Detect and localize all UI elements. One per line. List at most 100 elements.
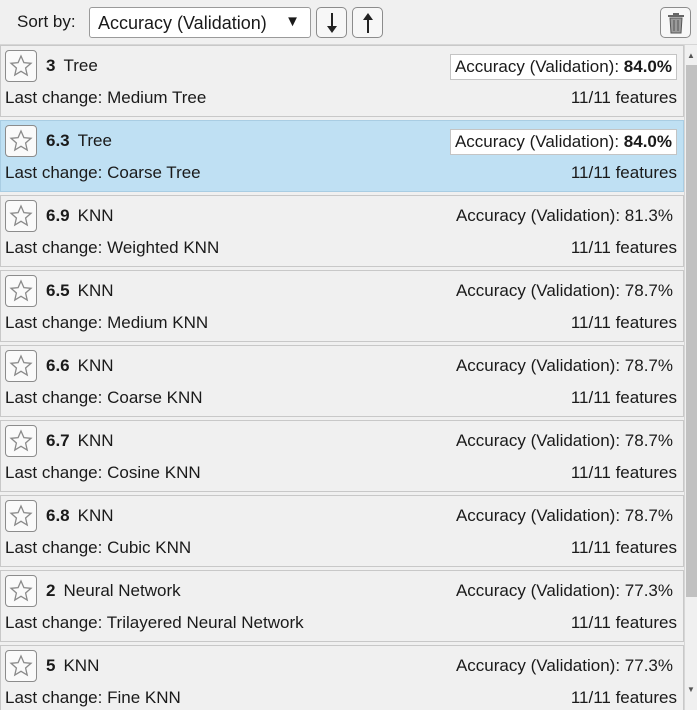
last-change: Last change: Fine KNN xyxy=(5,688,181,708)
vertical-scrollbar[interactable]: ▲ ▼ xyxy=(684,45,697,710)
model-type: KNN xyxy=(77,431,114,450)
last-change-label: Last change: xyxy=(5,613,103,632)
last-change-label: Last change: xyxy=(5,688,103,707)
feature-count: 11/11 features xyxy=(570,463,677,482)
last-change: Last change: Coarse Tree xyxy=(5,163,201,183)
model-id: 6.7 xyxy=(46,431,70,450)
accuracy-label: Accuracy (Validation): xyxy=(455,281,621,300)
favorite-star-button[interactable] xyxy=(5,125,37,157)
last-change: Last change: Weighted KNN xyxy=(5,238,219,258)
star-icon xyxy=(9,204,33,227)
feature-count: 11/11 features xyxy=(570,88,677,107)
last-change: Last change: Cosine KNN xyxy=(5,463,201,483)
favorite-star-button[interactable] xyxy=(5,275,37,307)
last-change-value: Coarse Tree xyxy=(107,163,201,182)
scrollbar-thumb[interactable] xyxy=(686,65,697,597)
sort-by-value: Accuracy (Validation) xyxy=(98,13,267,33)
accuracy-value: 77.3% xyxy=(624,581,673,600)
model-row[interactable]: 6.5 KNN Accuracy (Validation): 78.7% Last c… xyxy=(0,270,684,342)
model-id: 3 xyxy=(46,56,56,75)
accuracy-value: 81.3% xyxy=(624,206,673,225)
model-title: 6.7 KNN xyxy=(46,431,114,451)
model-type: KNN xyxy=(77,356,114,375)
scroll-up-icon[interactable]: ▲ xyxy=(687,51,695,60)
accuracy-value: 78.7% xyxy=(624,356,673,375)
last-change-value: Weighted KNN xyxy=(107,238,220,257)
star-icon xyxy=(9,654,33,677)
model-id: 6.6 xyxy=(46,356,70,375)
model-id: 6.9 xyxy=(46,206,70,225)
accuracy-value: 84.0% xyxy=(623,132,672,151)
last-change-label: Last change: xyxy=(5,163,103,182)
last-change-value: Coarse KNN xyxy=(107,388,203,407)
last-change-value: Fine KNN xyxy=(107,688,181,707)
favorite-star-button[interactable] xyxy=(5,650,37,682)
model-accuracy: Accuracy (Validation): 78.7% xyxy=(452,504,677,528)
favorite-star-button[interactable] xyxy=(5,350,37,382)
model-row[interactable]: 3 Tree Accuracy (Validation): 84.0% Last ch… xyxy=(0,45,684,117)
model-accuracy: Accuracy (Validation): 84.0% xyxy=(449,129,677,155)
model-row[interactable]: 6.9 KNN Accuracy (Validation): 81.3% Last c… xyxy=(0,195,684,267)
trash-icon xyxy=(667,12,684,33)
star-icon xyxy=(9,54,33,77)
model-accuracy: Accuracy (Validation): 78.7% xyxy=(452,354,677,378)
model-accuracy: Accuracy (Validation): 81.3% xyxy=(452,204,677,228)
model-id: 2 xyxy=(46,581,56,600)
sort-ascending-button[interactable] xyxy=(352,7,383,38)
model-title: 6.8 KNN xyxy=(46,506,114,526)
favorite-star-button[interactable] xyxy=(5,425,37,457)
feature-count: 11/11 features xyxy=(570,688,677,707)
model-type: KNN xyxy=(77,206,114,225)
star-icon xyxy=(9,129,33,152)
accuracy-label: Accuracy (Validation): xyxy=(455,356,621,375)
last-change: Last change: Trilayered Neural Network xyxy=(5,613,304,633)
model-list[interactable]: 3 Tree Accuracy (Validation): 84.0% Last ch… xyxy=(0,45,684,710)
accuracy-value: 78.7% xyxy=(624,431,673,450)
accuracy-label: Accuracy (Validation): xyxy=(454,132,620,151)
model-accuracy: Accuracy (Validation): 77.3% xyxy=(452,579,677,603)
last-change: Last change: Medium KNN xyxy=(5,313,208,333)
favorite-star-button[interactable] xyxy=(5,500,37,532)
accuracy-label: Accuracy (Validation): xyxy=(455,656,621,675)
model-row[interactable]: 2 Neural Network Accuracy (Validation): 77… xyxy=(0,570,684,642)
model-row[interactable]: 6.8 KNN Accuracy (Validation): 78.7% Last c… xyxy=(0,495,684,567)
dropdown-caret-icon: ▼ xyxy=(285,13,300,30)
model-accuracy: Accuracy (Validation): 77.3% xyxy=(452,654,677,678)
feature-count: 11/11 features xyxy=(570,313,677,332)
model-row[interactable]: 6.3 Tree Accuracy (Validation): 84.0% Last … xyxy=(0,120,684,192)
last-change-value: Cosine KNN xyxy=(107,463,201,482)
model-row[interactable]: 5 KNN Accuracy (Validation): 77.3% Last cha… xyxy=(0,645,684,710)
model-row[interactable]: 6.7 KNN Accuracy (Validation): 78.7% Last c… xyxy=(0,420,684,492)
star-icon xyxy=(9,354,33,377)
sort-descending-button[interactable] xyxy=(316,7,347,38)
accuracy-value: 77.3% xyxy=(624,656,673,675)
accuracy-label: Accuracy (Validation): xyxy=(455,206,621,225)
accuracy-value: 78.7% xyxy=(624,281,673,300)
scroll-down-icon[interactable]: ▼ xyxy=(687,685,695,694)
delete-model-button[interactable] xyxy=(660,7,691,38)
last-change: Last change: Cubic KNN xyxy=(5,538,191,558)
favorite-star-button[interactable] xyxy=(5,50,37,82)
last-change-label: Last change: xyxy=(5,238,103,257)
accuracy-value: 78.7% xyxy=(624,506,673,525)
last-change-label: Last change: xyxy=(5,88,103,107)
accuracy-label: Accuracy (Validation): xyxy=(455,431,621,450)
last-change-label: Last change: xyxy=(5,388,103,407)
sort-by-dropdown[interactable]: Accuracy (Validation) ▼ xyxy=(89,7,311,38)
last-change: Last change: Coarse KNN xyxy=(5,388,203,408)
model-type: KNN xyxy=(77,506,114,525)
model-title: 6.6 KNN xyxy=(46,356,114,376)
feature-count: 11/11 features xyxy=(570,388,677,407)
last-change-value: Trilayered Neural Network xyxy=(106,613,304,632)
favorite-star-button[interactable] xyxy=(5,200,37,232)
model-type: Tree xyxy=(77,131,112,150)
accuracy-label: Accuracy (Validation): xyxy=(454,57,620,76)
model-accuracy: Accuracy (Validation): 78.7% xyxy=(452,429,677,453)
model-row[interactable]: 6.6 KNN Accuracy (Validation): 78.7% Last c… xyxy=(0,345,684,417)
model-accuracy: Accuracy (Validation): 84.0% xyxy=(449,54,677,80)
model-title: 6.3 Tree xyxy=(46,131,112,151)
model-type: Tree xyxy=(63,56,98,75)
favorite-star-button[interactable] xyxy=(5,575,37,607)
last-change-value: Cubic KNN xyxy=(107,538,192,557)
model-type: Neural Network xyxy=(63,581,181,600)
